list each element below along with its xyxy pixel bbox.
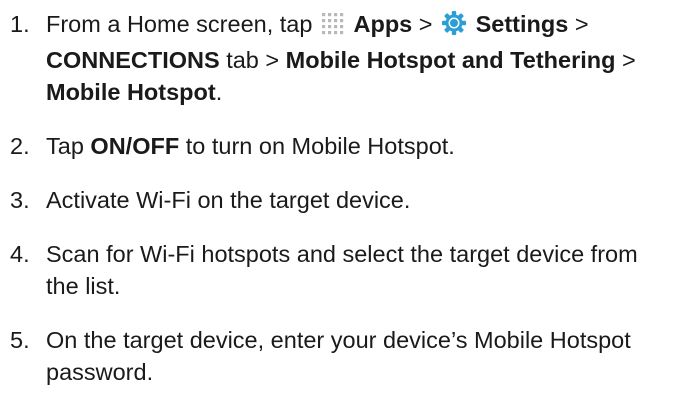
period: . — [215, 79, 223, 105]
step-2: 2. Tap ON/OFF to turn on Mobile Hotspot. — [0, 130, 686, 162]
step-number: 4. — [10, 241, 30, 267]
separator: > — [622, 47, 636, 73]
connections-tab-label: CONNECTIONS — [46, 47, 220, 73]
step-text: From a Home screen, tap — [46, 11, 313, 37]
settings-label: Settings — [475, 11, 569, 37]
separator: > — [418, 11, 433, 37]
mobile-hotspot-label: Mobile Hotspot — [46, 79, 216, 105]
instruction-list: 1. From a Home screen, tap Apps > Settin… — [0, 8, 686, 410]
step-5: 5. On the target device, enter your devi… — [0, 324, 686, 388]
step-number: 3. — [10, 187, 30, 213]
step-number: 5. — [10, 327, 30, 353]
step-1: 1. From a Home screen, tap Apps > Settin… — [0, 8, 686, 108]
onoff-label: ON/OFF — [90, 133, 180, 159]
hotspot-tethering-label: Mobile Hotspot and Tethering — [285, 47, 616, 73]
step-3: 3. Activate Wi-Fi on the target device. — [0, 184, 686, 216]
step-4: 4. Scan for Wi-Fi hotspots and select th… — [0, 238, 686, 302]
step-text: to turn on Mobile Hotspot. — [185, 133, 455, 159]
apps-grid-icon — [321, 12, 345, 44]
step-text: Scan for Wi-Fi hotspots and select the t… — [46, 241, 638, 299]
step-text: On the target device, enter your device’… — [46, 327, 631, 385]
step-number: 2. — [10, 133, 30, 159]
step-text: tab > — [226, 47, 280, 73]
step-text: Activate Wi-Fi on the target device. — [46, 187, 411, 213]
step-text: Tap — [46, 133, 84, 159]
apps-label: Apps — [353, 11, 413, 37]
separator: > — [574, 11, 589, 37]
step-number: 1. — [10, 11, 30, 37]
settings-gear-icon — [441, 10, 467, 44]
